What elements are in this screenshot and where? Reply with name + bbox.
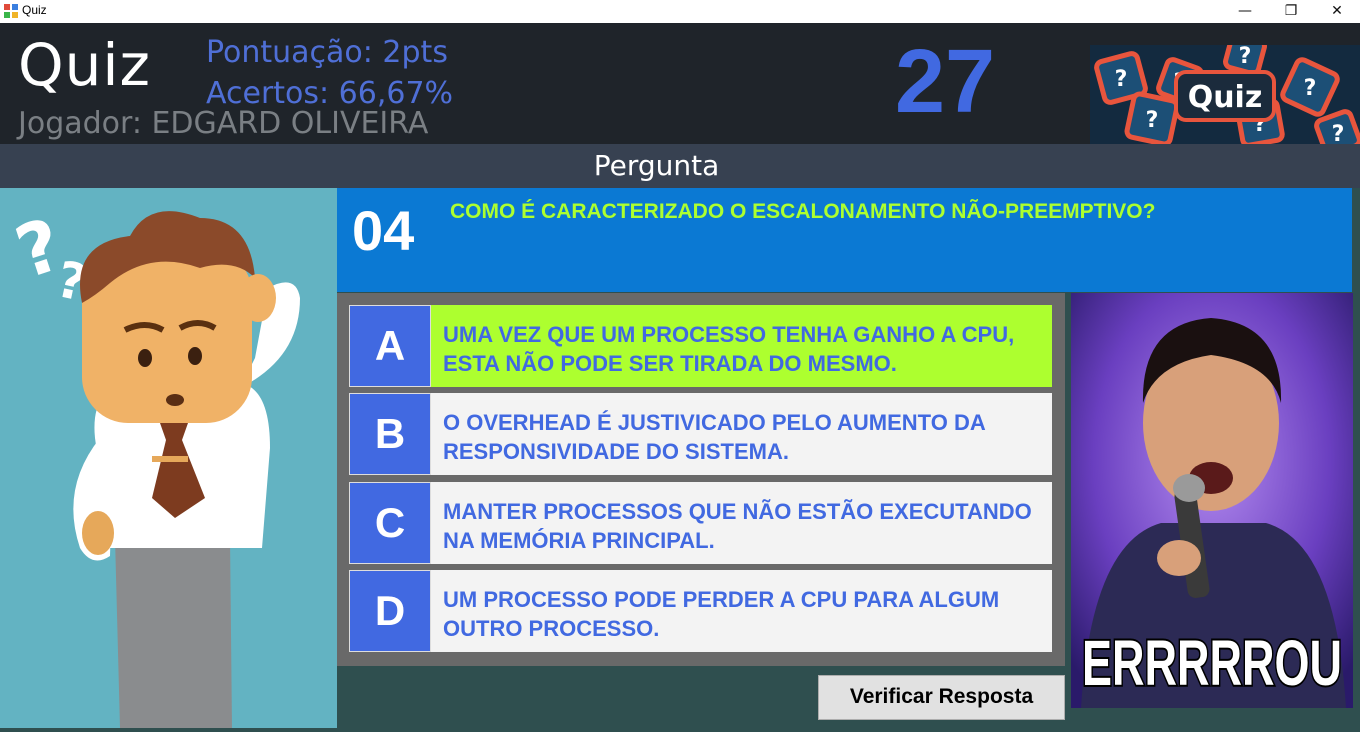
quiz-logo: ? ? ? ? ? ? ? Quiz bbox=[1090, 32, 1360, 157]
verify-answer-button[interactable]: Verificar Resposta bbox=[818, 675, 1065, 720]
svg-text:?: ? bbox=[1146, 108, 1159, 133]
reaction-caption: ERRRRROU bbox=[1082, 627, 1342, 699]
reaction-image-graphic: ERRRRROU bbox=[1071, 293, 1353, 708]
answer-option-a[interactable]: A UMA VEZ QUE UM PROCESSO TENHA GANHO A … bbox=[349, 305, 1052, 387]
thinking-man-illustration: ? ? bbox=[0, 188, 337, 728]
option-text-a[interactable]: UMA VEZ QUE UM PROCESSO TENHA GANHO A CP… bbox=[431, 305, 1052, 387]
svg-text:?: ? bbox=[1332, 122, 1345, 145]
reaction-image: ERRRRROU bbox=[1071, 293, 1353, 708]
app-window-icon bbox=[4, 4, 18, 18]
option-text-c[interactable]: MANTER PROCESSOS QUE NÃO ESTÃO EXECUTAND… bbox=[431, 482, 1052, 564]
answer-option-b[interactable]: B O OVERHEAD É JUSTIVICADO PELO AUMENTO … bbox=[349, 393, 1052, 475]
confused-man-figure: ? ? bbox=[6, 202, 300, 728]
question-panel: 04 COMO É CARACTERIZADO O ESCALONAMENTO … bbox=[337, 188, 1352, 292]
answers-panel: A UMA VEZ QUE UM PROCESSO TENHA GANHO A … bbox=[337, 293, 1065, 666]
logo-text: Quiz bbox=[1188, 80, 1263, 115]
maximize-button[interactable]: ❐ bbox=[1268, 0, 1314, 23]
close-button[interactable]: ✕ bbox=[1314, 0, 1360, 23]
countdown-timer: 27 bbox=[895, 32, 996, 132]
question-number: 04 bbox=[352, 199, 415, 262]
quiz-logo-graphic: ? ? ? ? ? ? ? Quiz bbox=[1090, 32, 1360, 157]
minimize-button[interactable]: — bbox=[1222, 0, 1268, 23]
option-text-b[interactable]: O OVERHEAD É JUSTIVICADO PELO AUMENTO DA… bbox=[431, 393, 1052, 475]
svg-text:?: ? bbox=[1304, 76, 1317, 101]
window-titlebar: Quiz — ❐ ✕ bbox=[0, 0, 1360, 24]
section-title: Pergunta bbox=[593, 149, 720, 182]
svg-text:?: ? bbox=[1115, 67, 1128, 92]
question-marks-icon: ? ? bbox=[6, 202, 92, 313]
option-letter-b[interactable]: B bbox=[349, 393, 431, 475]
player-label: Jogador: EDGARD OLIVEIRA bbox=[18, 106, 429, 141]
option-text-d[interactable]: UM PROCESSO PODE PERDER A CPU PARA ALGUM… bbox=[431, 570, 1052, 652]
app-name-label: Quiz bbox=[18, 31, 151, 99]
question-text: COMO É CARACTERIZADO O ESCALONAMENTO NÃO… bbox=[450, 200, 1156, 223]
quiz-header: Quiz Pontuação: 2pts Acertos: 66,67% Jog… bbox=[0, 23, 1360, 157]
answer-option-c[interactable]: C MANTER PROCESSOS QUE NÃO ESTÃO EXECUTA… bbox=[349, 482, 1052, 564]
option-letter-d[interactable]: D bbox=[349, 570, 431, 652]
window-title: Quiz bbox=[22, 3, 47, 17]
option-letter-a[interactable]: A bbox=[349, 305, 431, 387]
svg-text:?: ? bbox=[1239, 45, 1252, 69]
score-label: Pontuação: 2pts bbox=[206, 35, 448, 70]
section-bar: Pergunta bbox=[0, 144, 1360, 188]
option-letter-c[interactable]: C bbox=[349, 482, 431, 564]
answer-option-d[interactable]: D UM PROCESSO PODE PERDER A CPU PARA ALG… bbox=[349, 570, 1052, 652]
